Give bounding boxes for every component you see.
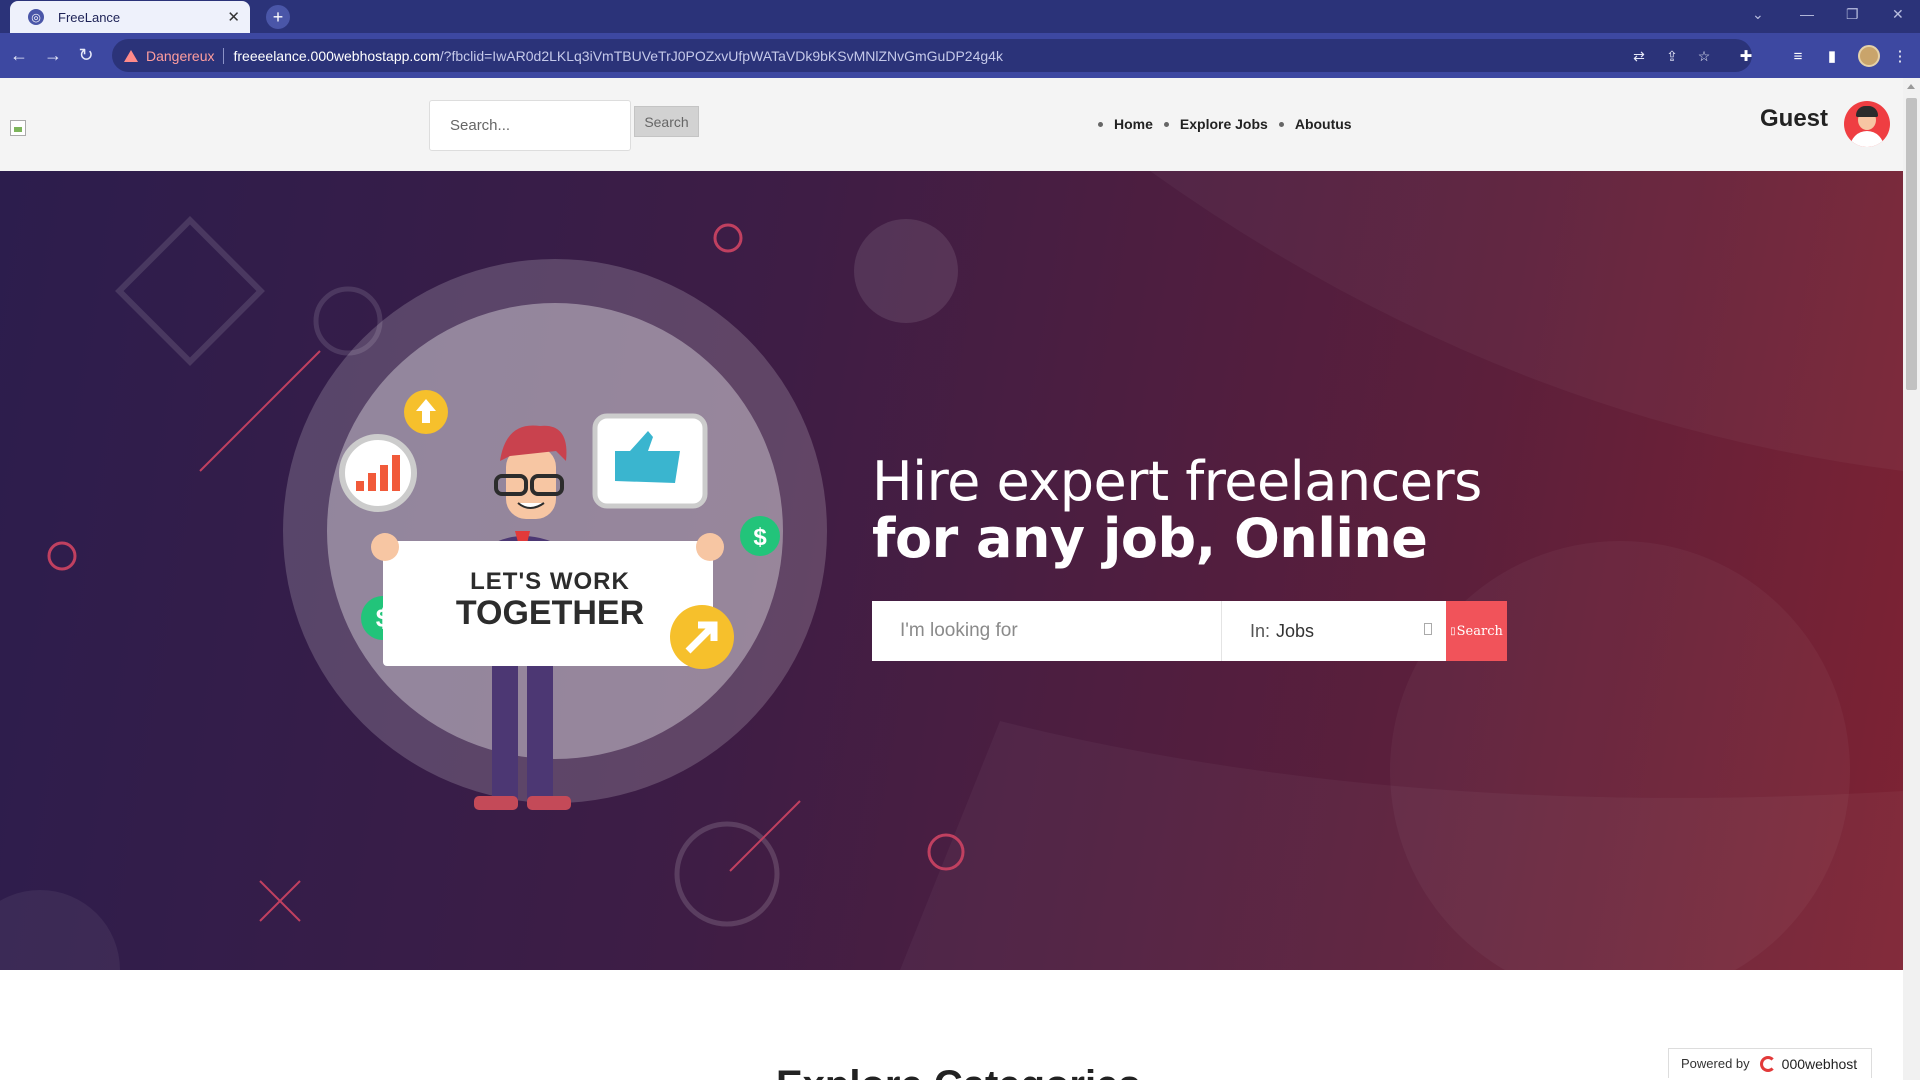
user-name[interactable]: Guest — [1760, 105, 1828, 133]
site-logo-image[interactable] — [10, 120, 26, 136]
powered-by-brand: 000webhost — [1781, 1055, 1858, 1072]
profile-avatar[interactable] — [1858, 45, 1880, 67]
main-navigation: Home Explore Jobs Aboutus — [1098, 116, 1363, 132]
side-panel-icon[interactable]: ▮ — [1822, 46, 1842, 66]
avatar-hair — [1856, 106, 1878, 117]
bullet — [1163, 121, 1169, 127]
hero-title-line1: Hire expert freelancers — [872, 450, 1482, 513]
url-host: freeeelance.000webhostapp.com — [233, 47, 440, 64]
translate-icon[interactable]: ⇄ — [1630, 47, 1648, 65]
security-label[interactable]: Dangereux — [146, 48, 215, 64]
back-icon[interactable]: ← — [6, 42, 32, 68]
hero-section: $ $ — [0, 171, 1903, 970]
hero-title-line2: for any job, Online — [872, 507, 1428, 570]
tab-search-icon[interactable]: ⌄ — [1752, 6, 1764, 23]
sign-text: LET'S WORK TOGETHER — [385, 568, 715, 630]
section-heading: Explore Categories — [776, 1063, 1141, 1080]
url-query: /?fbclid=IwAR0d2LKLq3iVmTBUVeTrJ0POZxvUf… — [439, 47, 1003, 64]
webhost-logo-icon — [1759, 1055, 1776, 1072]
web-page: Search Home Explore Jobs Aboutus Guest — [0, 78, 1903, 1080]
minimize-icon[interactable]: — — [1800, 6, 1814, 22]
scroll-up-arrow-icon[interactable] — [1907, 84, 1915, 89]
media-icon[interactable]: ≡ — [1788, 46, 1808, 66]
menu-icon[interactable]: ⋮ — [1890, 46, 1910, 66]
avatar-body — [1850, 131, 1884, 147]
category-select[interactable]: In: Jobs — [1222, 601, 1446, 661]
tab-close-icon[interactable]: ✕ — [227, 8, 240, 26]
url-text[interactable]: freeeelance.000webhostapp.com/?fbclid=Iw… — [234, 48, 1003, 64]
site-header: Search Home Explore Jobs Aboutus Guest — [0, 78, 1903, 171]
sign-text-line2: TOGETHER — [455, 594, 645, 632]
page-scrollbar[interactable] — [1903, 78, 1920, 1080]
globe-icon: ◎ — [28, 9, 44, 25]
forward-icon[interactable]: → — [40, 42, 66, 68]
hero-illustration: $ $ — [283, 259, 827, 810]
hero-search-form: In: Jobs ▯ Search — [872, 601, 1507, 661]
tab-title: FreeLance — [58, 9, 121, 25]
browser-tab[interactable]: ◎ FreeLance ✕ — [10, 1, 250, 33]
sign-text-line1: LET'S WORK — [470, 568, 630, 595]
header-search-button[interactable]: Search — [634, 106, 699, 137]
warning-icon — [124, 49, 138, 62]
nav-aboutus[interactable]: Aboutus — [1295, 116, 1352, 132]
reload-icon[interactable]: ↻ — [73, 42, 99, 68]
restore-icon[interactable]: ❐ — [1846, 6, 1859, 23]
bullet — [1278, 121, 1284, 127]
bar-chart-icon — [339, 434, 417, 512]
category-value: Jobs — [1276, 620, 1315, 641]
dropdown-caret-icon — [1424, 623, 1432, 635]
hero-search-button[interactable]: ▯ Search — [1446, 601, 1507, 661]
user-avatar[interactable] — [1844, 101, 1890, 147]
new-tab-button[interactable]: + — [266, 5, 290, 29]
share-icon[interactable]: ⇪ — [1663, 47, 1681, 65]
hero-search-input[interactable] — [872, 601, 1222, 661]
thumbs-up-icon — [592, 413, 708, 509]
search-icon: ▯ — [1450, 625, 1456, 637]
powered-by-badge[interactable]: Powered by 000webhost — [1668, 1048, 1872, 1078]
nav-explore-jobs[interactable]: Explore Jobs — [1180, 116, 1268, 132]
hero-search-button-label: Search — [1456, 623, 1503, 639]
header-search-input[interactable] — [429, 100, 631, 151]
address-bar[interactable]: Dangereux freeeelance.000webhostapp.com/… — [112, 39, 1752, 72]
browser-toolbar: ← → ↻ Dangereux freeeelance.000webhostap… — [0, 33, 1920, 78]
nav-home[interactable]: Home — [1114, 116, 1153, 132]
bullet — [1098, 121, 1103, 127]
powered-by-label: Powered by — [1681, 1056, 1750, 1071]
bookmark-star-icon[interactable]: ☆ — [1695, 47, 1713, 65]
extensions-icon[interactable]: ✚ — [1736, 46, 1756, 66]
category-prefix: In: — [1250, 620, 1271, 641]
browser-tab-strip: ◎ FreeLance ✕ + ⌄ — ❐ ✕ — [0, 0, 1920, 33]
arrow-up-icon — [404, 390, 448, 434]
divider — [222, 47, 224, 64]
window-close-icon[interactable]: ✕ — [1892, 6, 1904, 23]
svg-text:$: $ — [753, 524, 767, 551]
scrollbar-thumb[interactable] — [1906, 98, 1917, 390]
